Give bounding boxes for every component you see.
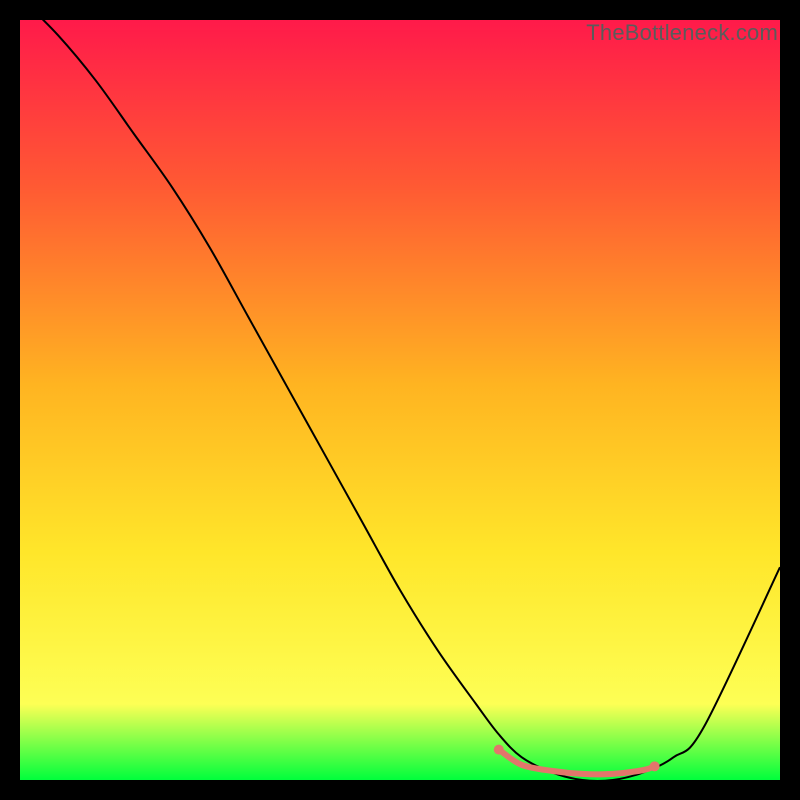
accent-dot-left — [494, 745, 504, 755]
watermark-text: TheBottleneck.com — [586, 20, 778, 46]
bottleneck-chart — [20, 20, 780, 780]
chart-frame: TheBottleneck.com — [20, 20, 780, 780]
accent-dot-right — [650, 761, 660, 771]
